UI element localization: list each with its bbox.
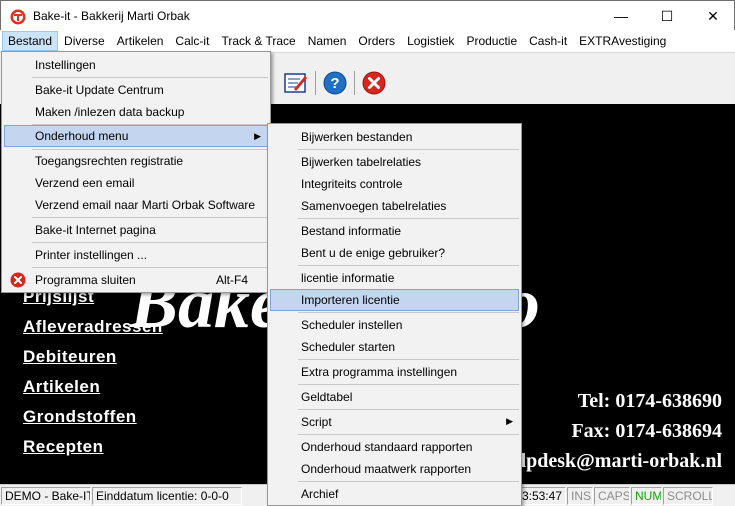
menu-bar: Bestand Diverse Artikelen Calc-it Track …: [0, 30, 735, 52]
menu-item-printer-instellingen[interactable]: Printer instellingen ...: [4, 244, 268, 266]
contact-fax: Fax: 0174-638694: [571, 420, 722, 442]
menu-item-bijwerken-bestanden[interactable]: Bijwerken bestanden: [270, 126, 519, 148]
menu-separator: [298, 434, 519, 435]
menu-cash-it[interactable]: Cash-it: [523, 31, 573, 51]
menu-separator: [298, 149, 519, 150]
app-logo-icon: [10, 9, 26, 25]
menu-separator: [298, 218, 519, 219]
menu-separator: [298, 312, 519, 313]
close-circle-icon: [10, 272, 26, 288]
svg-text:?: ?: [330, 75, 339, 92]
contact-email: helpdesk@marti-orbak.nl: [500, 450, 722, 472]
menu-item-script[interactable]: Script ▶: [270, 411, 519, 433]
menu-separator: [298, 359, 519, 360]
submenu-arrow-icon: ▶: [254, 131, 261, 141]
menu-item-bestand-informatie[interactable]: Bestand informatie: [270, 220, 519, 242]
menu-item-enige-gebruiker[interactable]: Bent u de enige gebruiker?: [270, 242, 519, 264]
menu-orders[interactable]: Orders: [352, 31, 401, 51]
menu-item-email-marti-orbak[interactable]: Verzend email naar Marti Orbak Software: [4, 194, 268, 216]
link-debiteuren[interactable]: Debiteuren: [23, 347, 117, 367]
link-artikelen[interactable]: Artikelen: [23, 377, 100, 397]
help-icon: ?: [323, 71, 347, 95]
menu-separator: [32, 217, 268, 218]
link-recepten[interactable]: Recepten: [23, 437, 104, 457]
help-button[interactable]: ?: [322, 70, 348, 96]
menu-separator: [32, 242, 268, 243]
toolbar-separator: [354, 71, 355, 95]
title-bar: Bake-it - Bakkerij Marti Orbak — ☐ ✕: [0, 0, 735, 30]
maximize-button[interactable]: ☐: [644, 1, 690, 31]
menu-namen[interactable]: Namen: [302, 31, 353, 51]
menu-item-integriteits-controle[interactable]: Integriteits controle: [270, 173, 519, 195]
menu-item-extra-programma-instellingen[interactable]: Extra programma instellingen: [270, 361, 519, 383]
link-grondstoffen[interactable]: Grondstoffen: [23, 407, 137, 427]
menu-item-scheduler-starten[interactable]: Scheduler starten: [270, 336, 519, 358]
menu-separator: [298, 409, 519, 410]
onderhoud-submenu: Bijwerken bestanden Bijwerken tabelrelat…: [267, 123, 522, 506]
menu-track-trace[interactable]: Track & Trace: [215, 31, 301, 51]
menu-logistiek[interactable]: Logistiek: [401, 31, 460, 51]
menu-separator: [298, 265, 519, 266]
link-afleveradressen[interactable]: Afleveradressen: [23, 317, 163, 337]
edit-document-button[interactable]: [283, 70, 309, 96]
submenu-arrow-icon: ▶: [506, 416, 513, 426]
menu-item-maatwerk-rapporten[interactable]: Onderhoud maatwerk rapporten: [270, 458, 519, 480]
bestand-menu: Instellingen Bake-it Update Centrum Make…: [1, 51, 271, 293]
menu-diverse[interactable]: Diverse: [58, 31, 111, 51]
contact-tel: Tel: 0174-638690: [577, 390, 722, 412]
menu-item-samenvoegen-tabelrelaties[interactable]: Samenvoegen tabelrelaties: [270, 195, 519, 217]
menu-item-bijwerken-tabelrelaties[interactable]: Bijwerken tabelrelaties: [270, 151, 519, 173]
menu-item-programma-sluiten[interactable]: Programma sluiten Alt-F4: [4, 269, 268, 291]
status-ins: INS: [567, 487, 593, 505]
menu-item-onderhoud-menu[interactable]: Onderhoud menu ▶: [4, 125, 268, 147]
menu-separator: [32, 77, 268, 78]
menu-item-licentie-informatie[interactable]: licentie informatie: [270, 267, 519, 289]
status-num: NUM: [631, 487, 662, 505]
menu-item-data-backup[interactable]: Maken /inlezen data backup: [4, 101, 268, 123]
close-window-button[interactable]: ✕: [690, 1, 735, 31]
menu-item-instellingen[interactable]: Instellingen: [4, 54, 268, 76]
exit-button[interactable]: [361, 70, 387, 96]
menu-artikelen[interactable]: Artikelen: [111, 31, 170, 51]
menu-item-toegangsrechten[interactable]: Toegangsrechten registratie: [4, 150, 268, 172]
menu-bestand[interactable]: Bestand: [2, 31, 59, 51]
menu-extravestiging[interactable]: EXTRAvestiging: [573, 31, 672, 51]
window-title: Bake-it - Bakkerij Marti Orbak: [33, 9, 190, 23]
menu-separator: [32, 267, 268, 268]
status-mode: DEMO - Bake-IT: [1, 487, 91, 505]
menu-item-standaard-rapporten[interactable]: Onderhoud standaard rapporten: [270, 436, 519, 458]
menu-productie[interactable]: Productie: [460, 31, 523, 51]
edit-document-icon: [284, 73, 307, 93]
toolbar-separator: [315, 71, 316, 95]
menu-item-internet-pagina[interactable]: Bake-it Internet pagina: [4, 219, 268, 241]
menu-item-archief[interactable]: Archief: [270, 483, 519, 505]
status-license: Einddatum licentie: 0-0-0: [92, 487, 242, 505]
status-scroll: SCROLL: [663, 487, 713, 505]
menu-item-importeren-licentie[interactable]: Importeren licentie: [270, 289, 519, 311]
shortcut-label: Alt-F4: [215, 273, 248, 287]
menu-item-scheduler-instellen[interactable]: Scheduler instellen: [270, 314, 519, 336]
menu-separator: [298, 481, 519, 482]
menu-calc-it[interactable]: Calc-it: [169, 31, 215, 51]
menu-item-update-centrum[interactable]: Bake-it Update Centrum: [4, 79, 268, 101]
close-circle-icon: [362, 71, 386, 95]
minimize-button[interactable]: —: [598, 1, 644, 31]
menu-item-geldtabel[interactable]: Geldtabel: [270, 386, 519, 408]
status-caps: CAPS: [594, 487, 630, 505]
menu-item-verzend-email[interactable]: Verzend een email: [4, 172, 268, 194]
menu-separator: [298, 384, 519, 385]
